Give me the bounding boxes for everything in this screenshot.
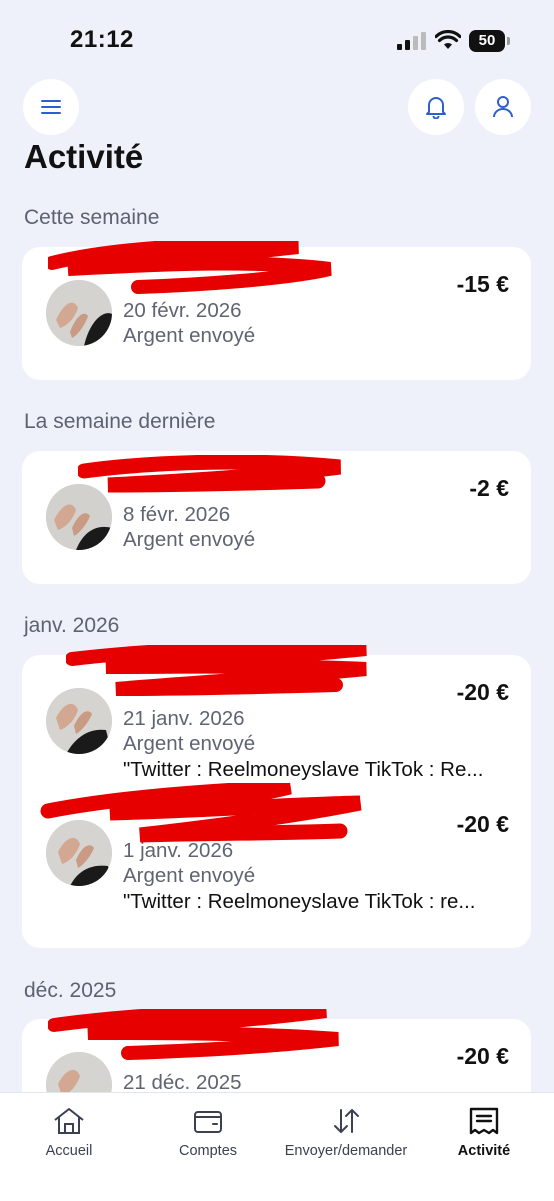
tab-activity[interactable]: Activité xyxy=(415,1103,553,1159)
user-icon xyxy=(493,96,513,118)
tab-send-request[interactable]: Envoyer/demander xyxy=(277,1103,415,1159)
transaction-amount: -15 € xyxy=(456,271,509,297)
redaction-mark xyxy=(45,238,338,300)
transaction-date: 20 févr. 2026 xyxy=(123,299,242,322)
transaction-type: Argent envoyé xyxy=(123,732,256,755)
receipt-icon xyxy=(469,1107,499,1135)
bell-icon xyxy=(426,97,446,119)
wallet-icon xyxy=(194,1111,222,1133)
transaction-note: "Twitter : Reelmoneyslave TikTok : re... xyxy=(123,890,476,913)
redaction-mark xyxy=(47,1003,348,1072)
battery-level: 50 xyxy=(469,30,505,52)
section-title-jan-2026: janv. 2026 xyxy=(24,614,120,637)
status-bar: 21:12 50 xyxy=(0,0,554,80)
transaction-note: "Twitter : Reelmoneyslave TikTok : Re... xyxy=(123,758,484,781)
transfer-arrows-icon xyxy=(334,1109,359,1133)
page-title: Activité xyxy=(24,138,144,175)
transaction-card[interactable]: 8 févr. 2026 Argent envoyé -2 € xyxy=(22,451,531,584)
transaction-type: Argent envoyé xyxy=(123,864,256,887)
section-title-dec-2025: déc. 2025 xyxy=(24,979,117,1002)
section-title-last-week: La semaine dernière xyxy=(24,410,216,433)
cellular-signal-icon xyxy=(397,32,426,50)
tab-label: Activité xyxy=(457,1143,511,1159)
transaction-date: 8 févr. 2026 xyxy=(123,503,231,526)
status-time: 21:12 xyxy=(70,26,134,53)
transaction-amount: -20 € xyxy=(456,679,509,705)
battery-tip xyxy=(507,37,510,45)
transaction-amount: -20 € xyxy=(456,1043,509,1069)
menu-button[interactable] xyxy=(23,79,79,135)
transaction-amount: -20 € xyxy=(456,811,509,837)
bottom-tab-bar: Accueil Comptes Envoyer/demander Activit… xyxy=(0,1092,554,1201)
redaction-mark xyxy=(76,454,348,506)
tab-accounts[interactable]: Comptes xyxy=(139,1103,277,1159)
redaction-mark xyxy=(40,779,370,862)
menu-icon xyxy=(41,100,61,114)
redaction-mark xyxy=(65,640,376,714)
section-title-this-week: Cette semaine xyxy=(24,206,160,229)
tab-label: Accueil xyxy=(45,1143,93,1159)
transaction-card[interactable]: 20 févr. 2026 Argent envoyé -15 € xyxy=(22,238,531,380)
tab-label: Comptes xyxy=(178,1143,238,1159)
wifi-icon xyxy=(435,30,461,49)
transaction-type: Argent envoyé xyxy=(123,528,256,551)
tab-home[interactable]: Accueil xyxy=(0,1103,138,1159)
notifications-button[interactable] xyxy=(408,79,464,135)
transaction-type: Argent envoyé xyxy=(123,324,256,347)
profile-button[interactable] xyxy=(475,79,531,135)
transaction-amount: -2 € xyxy=(469,475,509,501)
tab-label: Envoyer/demander xyxy=(284,1143,408,1159)
home-icon xyxy=(54,1108,84,1134)
transaction-date: 21 janv. 2026 xyxy=(123,707,245,730)
transaction-group-card: 21 janv. 2026 Argent envoyé "Twitter : R… xyxy=(22,640,531,948)
